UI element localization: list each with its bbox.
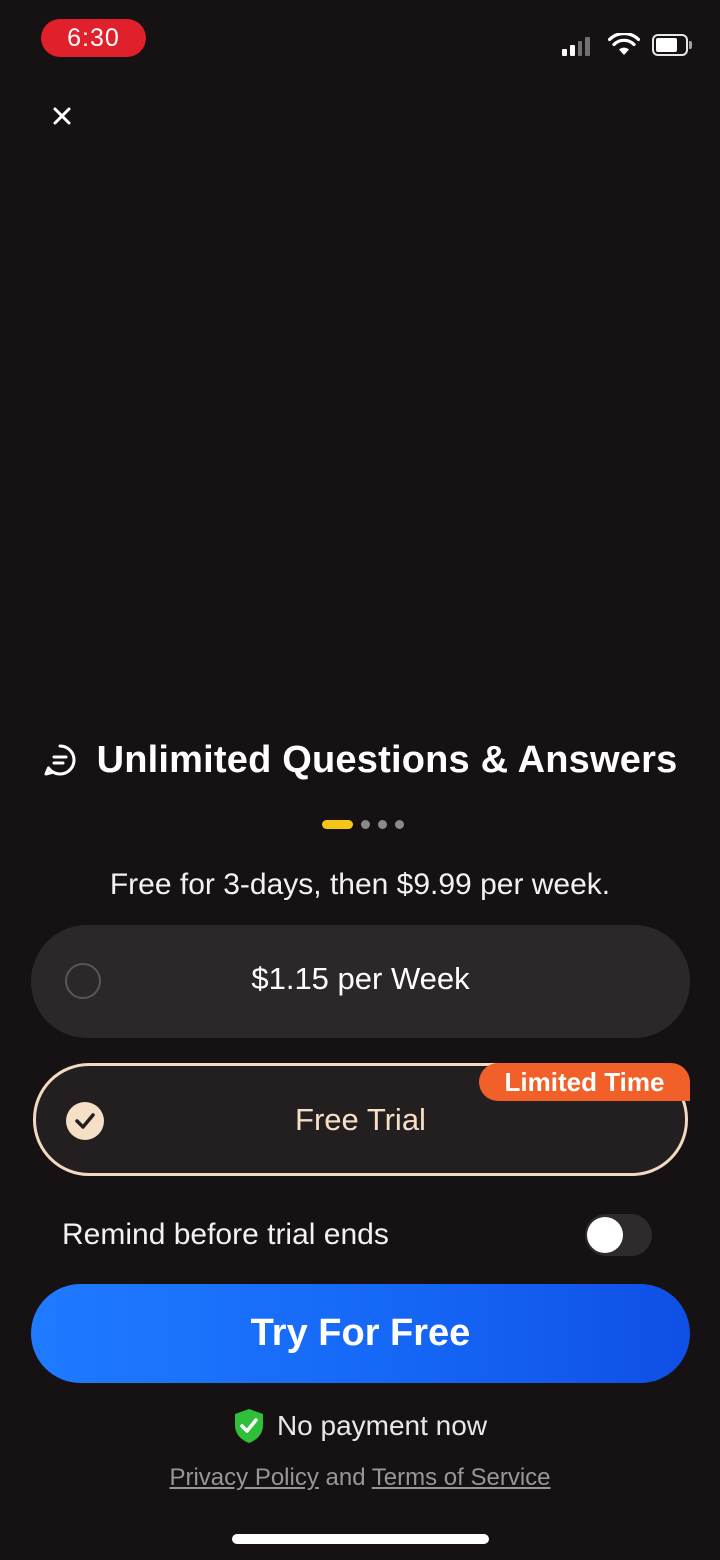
- home-indicator[interactable]: [232, 1534, 489, 1544]
- chat-bubble-icon: [44, 744, 76, 776]
- feature-title: Unlimited Questions & Answers: [96, 738, 678, 781]
- status-time: 6:30: [41, 19, 146, 57]
- no-payment-text: No payment now: [276, 1410, 488, 1441]
- limited-time-badge: Limited Time: [479, 1063, 690, 1101]
- battery-icon: [652, 34, 694, 56]
- status-bar: 6:30: [0, 0, 720, 80]
- close-icon: [53, 107, 71, 125]
- close-button[interactable]: [44, 98, 80, 134]
- remind-toggle[interactable]: [585, 1214, 652, 1256]
- remind-row: Remind before trial ends: [62, 1210, 652, 1260]
- legal-and-text: and: [325, 1464, 366, 1491]
- plan-label-free-trial: Free Trial: [295, 1102, 426, 1137]
- no-payment-note: No payment now: [0, 1404, 720, 1448]
- plan-option-weekly[interactable]: $1.15 per Week: [31, 925, 690, 1038]
- shield-check-icon: [234, 1409, 263, 1443]
- carousel-dot[interactable]: [378, 820, 387, 829]
- privacy-policy-link[interactable]: Privacy Policy: [169, 1464, 318, 1491]
- toggle-knob: [587, 1217, 623, 1253]
- status-icons: [562, 30, 694, 60]
- signal-icon: [562, 34, 590, 56]
- remind-label: Remind before trial ends: [62, 1218, 389, 1251]
- trial-terms: Free for 3-days, then $9.99 per week.: [109, 868, 611, 901]
- carousel-dot[interactable]: [395, 820, 404, 829]
- plan-label-weekly: $1.15 per Week: [251, 961, 470, 996]
- feature-header: Unlimited Questions & Answers: [0, 732, 720, 788]
- carousel-dot[interactable]: [322, 820, 353, 829]
- try-for-free-button[interactable]: Try For Free: [31, 1284, 690, 1383]
- terms-of-service-link[interactable]: Terms of Service: [372, 1464, 551, 1491]
- carousel-dot[interactable]: [361, 820, 370, 829]
- carousel-dots[interactable]: [322, 820, 404, 829]
- wifi-icon: [608, 33, 640, 55]
- legal-links: Privacy Policy and Terms of Service: [0, 1464, 720, 1492]
